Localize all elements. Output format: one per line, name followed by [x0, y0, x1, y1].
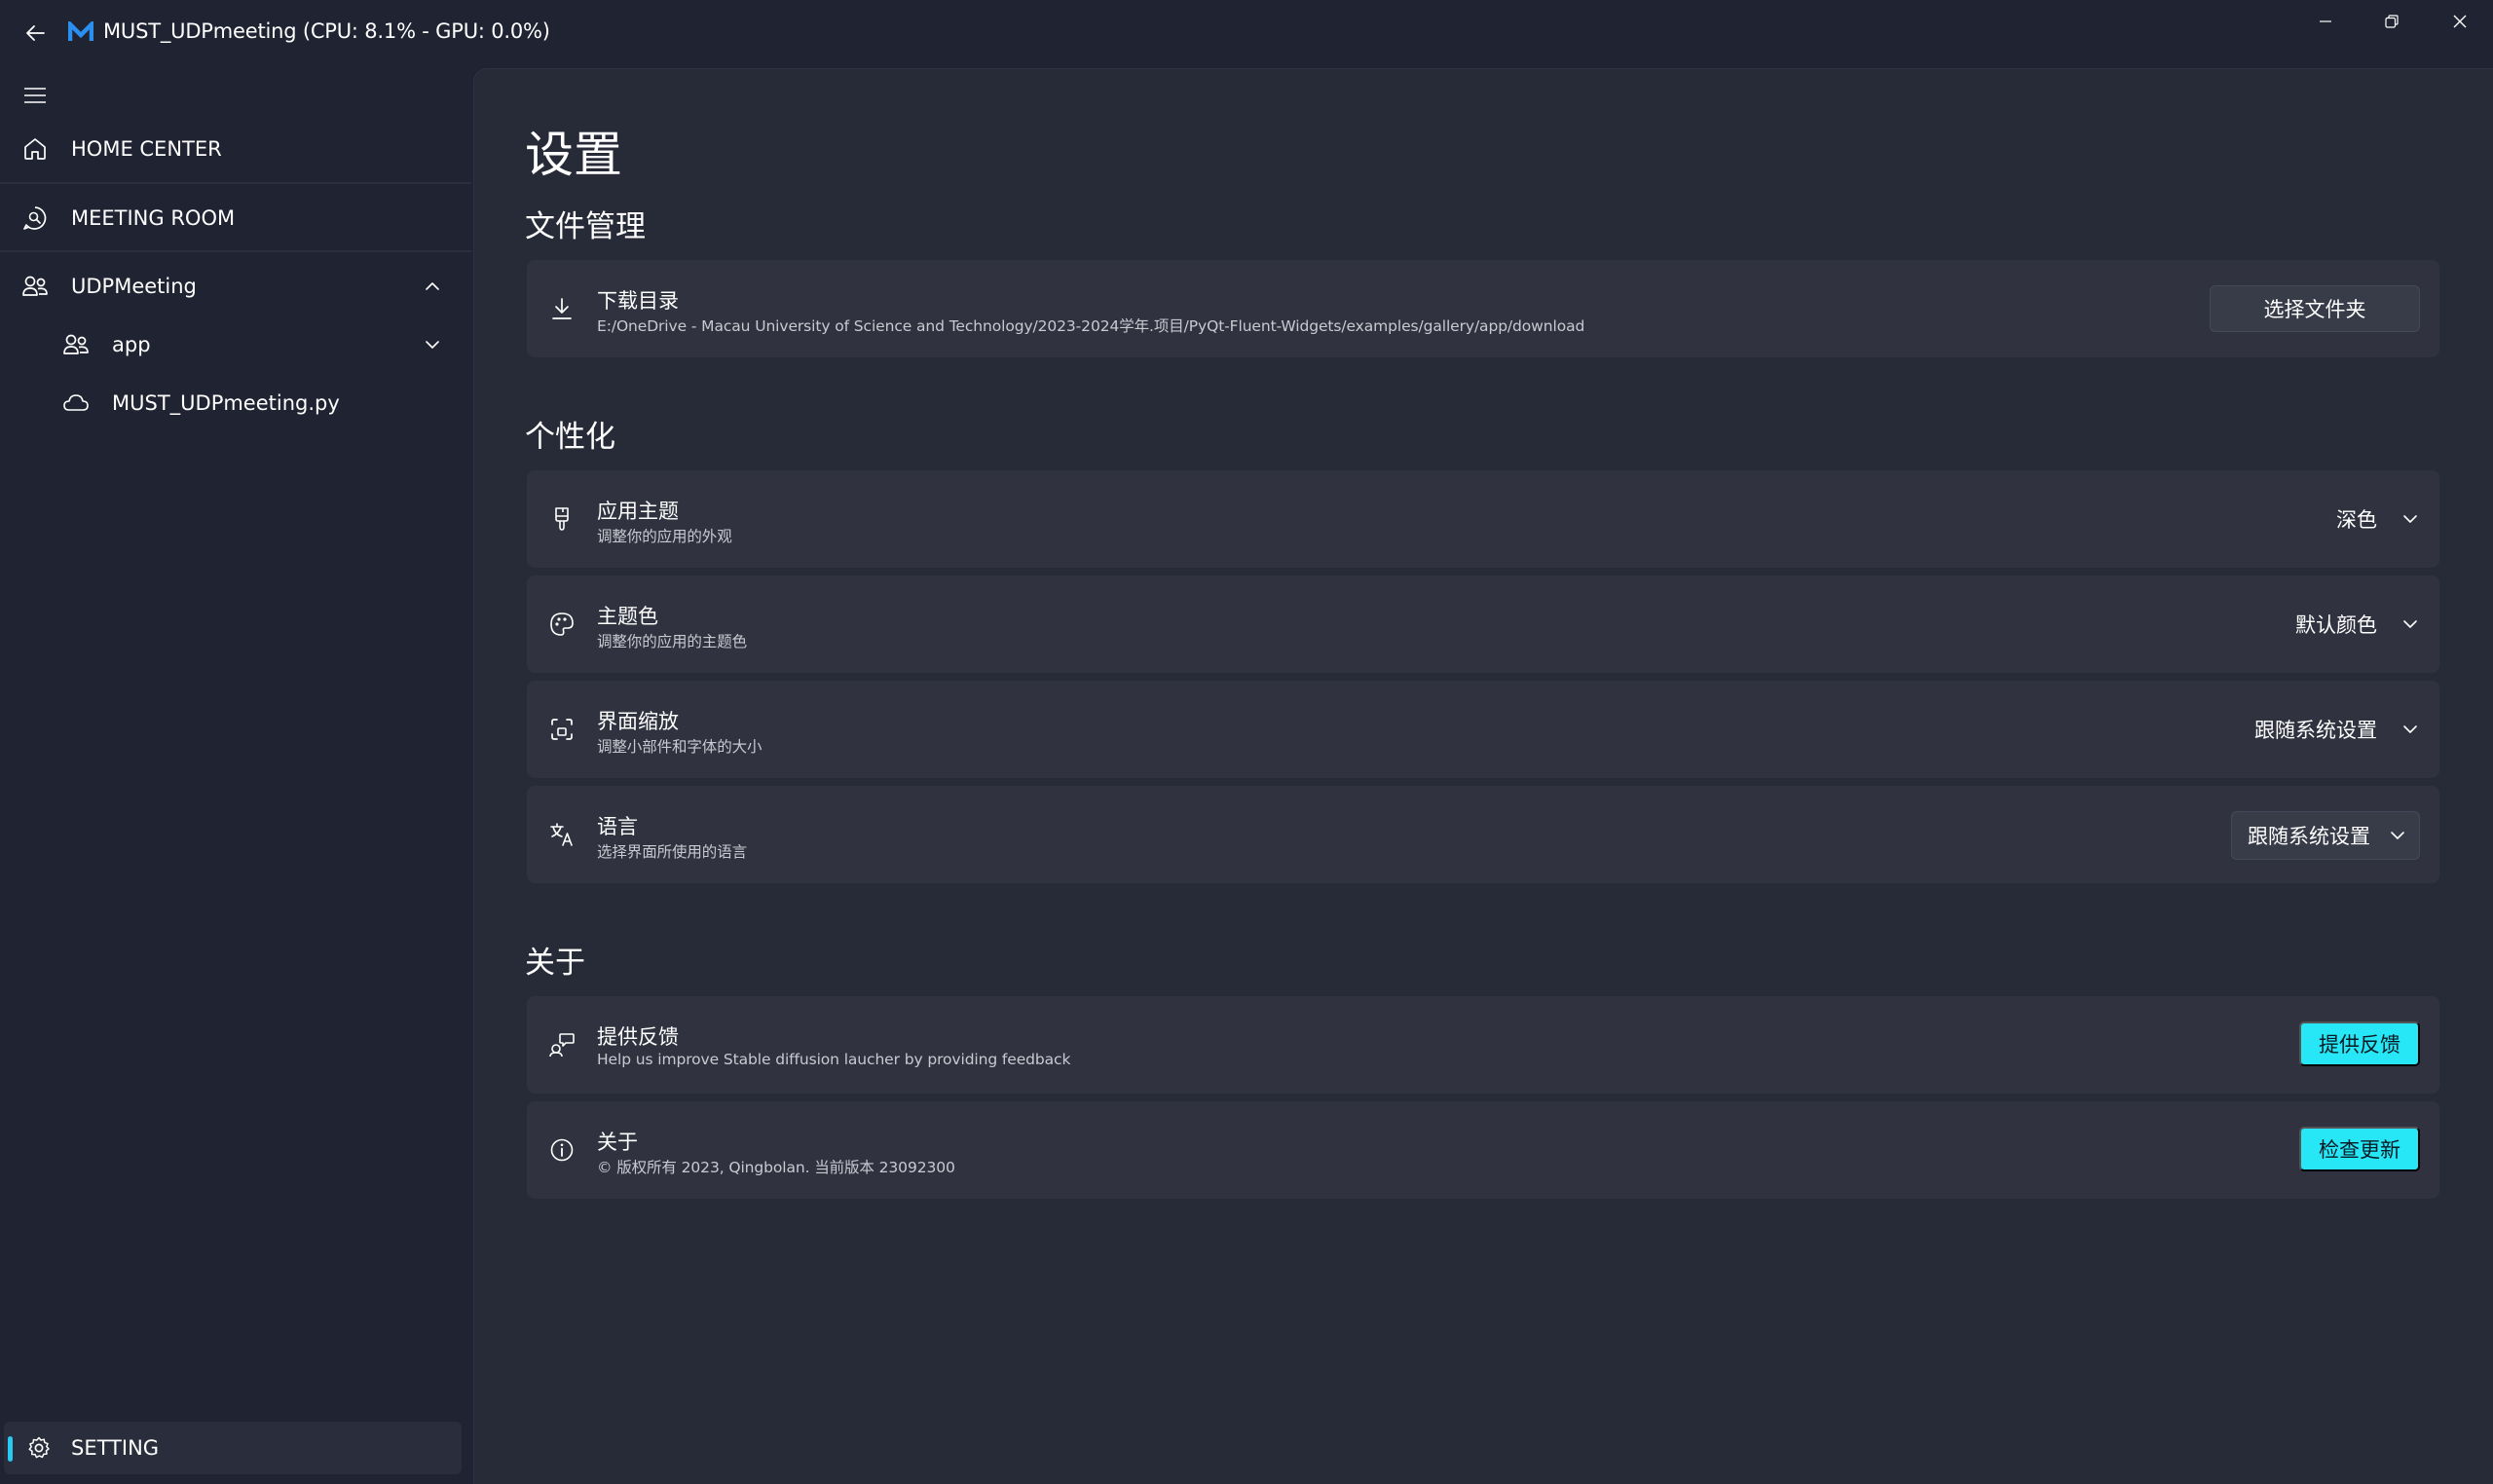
- card-description: 调整小部件和字体的大小: [597, 738, 763, 756]
- setting-card-about: 关于 © 版权所有 2023, Qingbolan. 当前版本 23092300…: [527, 1101, 2439, 1199]
- chevron-down-icon: [2402, 514, 2418, 524]
- setting-card-app-theme: 应用主题 调整你的应用的外观 深色: [527, 470, 2439, 568]
- settings-page: 设置 文件管理 下载目录 E:/OneDrive - Macau Univers…: [473, 68, 2493, 1484]
- minimize-button[interactable]: [2292, 0, 2359, 43]
- card-description: E:/OneDrive - Macau University of Scienc…: [597, 317, 1585, 335]
- page-title: 设置: [525, 127, 622, 183]
- window-title: MUST_UDPmeeting (CPU: 8.1% - GPU: 0.0%): [103, 19, 550, 43]
- app-logo-icon: [66, 18, 95, 47]
- chevron-down-icon: [2402, 724, 2418, 734]
- setting-card-interface-zoom: 界面缩放 调整小部件和字体的大小 跟随系统设置: [527, 681, 2439, 778]
- language-combobox[interactable]: 跟随系统设置: [2231, 811, 2420, 860]
- feedback-button[interactable]: 提供反馈: [2299, 1021, 2420, 1066]
- sidebar-item-label: MEETING ROOM: [71, 206, 236, 230]
- setting-card-theme-color: 主题色 调整你的应用的主题色 默认颜色: [527, 575, 2439, 673]
- card-title: 语言: [597, 815, 638, 838]
- close-icon: [2451, 13, 2469, 30]
- sidebar-item-meeting-room[interactable]: MEETING ROOM: [0, 185, 471, 251]
- dropdown-value: 深色: [2336, 508, 2377, 532]
- card-title: 界面缩放: [597, 710, 679, 733]
- sidebar-item-setting[interactable]: SETTING: [4, 1422, 462, 1474]
- minimize-icon: [2318, 14, 2333, 29]
- card-description: 调整你的应用的外观: [597, 528, 732, 545]
- dropdown-value: 默认颜色: [2295, 613, 2377, 637]
- chevron-down-icon: [2402, 619, 2418, 629]
- restore-button[interactable]: [2359, 0, 2425, 43]
- card-title: 提供反馈: [597, 1025, 679, 1049]
- setting-card-language: 语言 选择界面所使用的语言 跟随系统设置: [527, 786, 2439, 883]
- feedback-icon: [546, 1029, 577, 1060]
- divider: [0, 250, 471, 252]
- chevron-up-icon[interactable]: [421, 275, 444, 298]
- home-icon: [19, 133, 51, 165]
- combobox-value: 跟随系统设置: [2248, 825, 2370, 848]
- card-title: 应用主题: [597, 500, 679, 523]
- card-title: 下载目录: [597, 289, 679, 313]
- check-update-button[interactable]: 检查更新: [2299, 1127, 2420, 1171]
- palette-icon: [546, 609, 577, 640]
- dropdown-value: 跟随系统设置: [2254, 719, 2377, 742]
- download-icon: [546, 293, 577, 324]
- theme-dropdown[interactable]: 深色: [2336, 500, 2418, 538]
- setting-card-feedback: 提供反馈 Help us improve Stable diffusion la…: [527, 996, 2439, 1094]
- chevron-down-icon[interactable]: [421, 333, 444, 356]
- restore-icon: [2384, 14, 2400, 29]
- sidebar-item-home-center[interactable]: HOME CENTER: [0, 116, 471, 182]
- card-title: 关于: [597, 1131, 638, 1154]
- back-button[interactable]: [18, 16, 53, 51]
- sidebar-item-must-udpmeeting-py[interactable]: MUST_UDPmeeting.py: [0, 370, 471, 436]
- navigation-sidebar: HOME CENTER MEETING ROOM UDPMeeting app: [0, 66, 471, 1484]
- section-title-personalization: 个性化: [525, 420, 615, 455]
- section-title-about: 关于: [525, 946, 585, 981]
- card-description: Help us improve Stable diffusion laucher…: [597, 1051, 1071, 1068]
- hamburger-icon: [23, 86, 47, 105]
- selection-indicator: [8, 1436, 13, 1462]
- chevron-down-icon: [2390, 831, 2405, 840]
- menu-toggle-button[interactable]: [14, 74, 56, 117]
- arrow-left-icon: [24, 22, 46, 44]
- cloud-icon: [60, 388, 92, 419]
- sidebar-item-label: HOME CENTER: [71, 137, 222, 161]
- gear-icon: [23, 1432, 55, 1464]
- card-description: © 版权所有 2023, Qingbolan. 当前版本 23092300: [597, 1159, 955, 1176]
- people-icon: [60, 329, 92, 360]
- zoom-fit-icon: [546, 714, 577, 745]
- card-description: 调整你的应用的主题色: [597, 633, 748, 650]
- theme-color-dropdown[interactable]: 默认颜色: [2295, 605, 2418, 644]
- sidebar-item-label: SETTING: [71, 1436, 160, 1460]
- section-title-file-management: 文件管理: [525, 209, 646, 244]
- info-icon: [546, 1134, 577, 1166]
- sidebar-item-label: UDPMeeting: [71, 275, 197, 298]
- sidebar-item-label: app: [112, 333, 151, 356]
- translate-icon: [546, 819, 577, 850]
- divider: [0, 182, 471, 184]
- chat-search-icon: [19, 203, 51, 234]
- app-window: MUST_UDPmeeting (CPU: 8.1% - GPU: 0.0%) …: [0, 0, 2493, 1484]
- zoom-dropdown[interactable]: 跟随系统设置: [2254, 710, 2418, 749]
- brush-icon: [546, 503, 577, 535]
- card-title: 主题色: [597, 605, 658, 628]
- title-bar: MUST_UDPmeeting (CPU: 8.1% - GPU: 0.0%): [0, 0, 2493, 66]
- sidebar-item-app[interactable]: app: [0, 312, 471, 378]
- choose-folder-button[interactable]: 选择文件夹: [2210, 285, 2420, 332]
- people-icon: [19, 271, 51, 302]
- close-button[interactable]: [2427, 0, 2493, 43]
- card-description: 选择界面所使用的语言: [597, 843, 748, 861]
- sidebar-item-udpmeeting[interactable]: UDPMeeting: [0, 253, 471, 319]
- sidebar-item-label: MUST_UDPmeeting.py: [112, 391, 340, 415]
- setting-card-download-folder: 下载目录 E:/OneDrive - Macau University of S…: [527, 260, 2439, 357]
